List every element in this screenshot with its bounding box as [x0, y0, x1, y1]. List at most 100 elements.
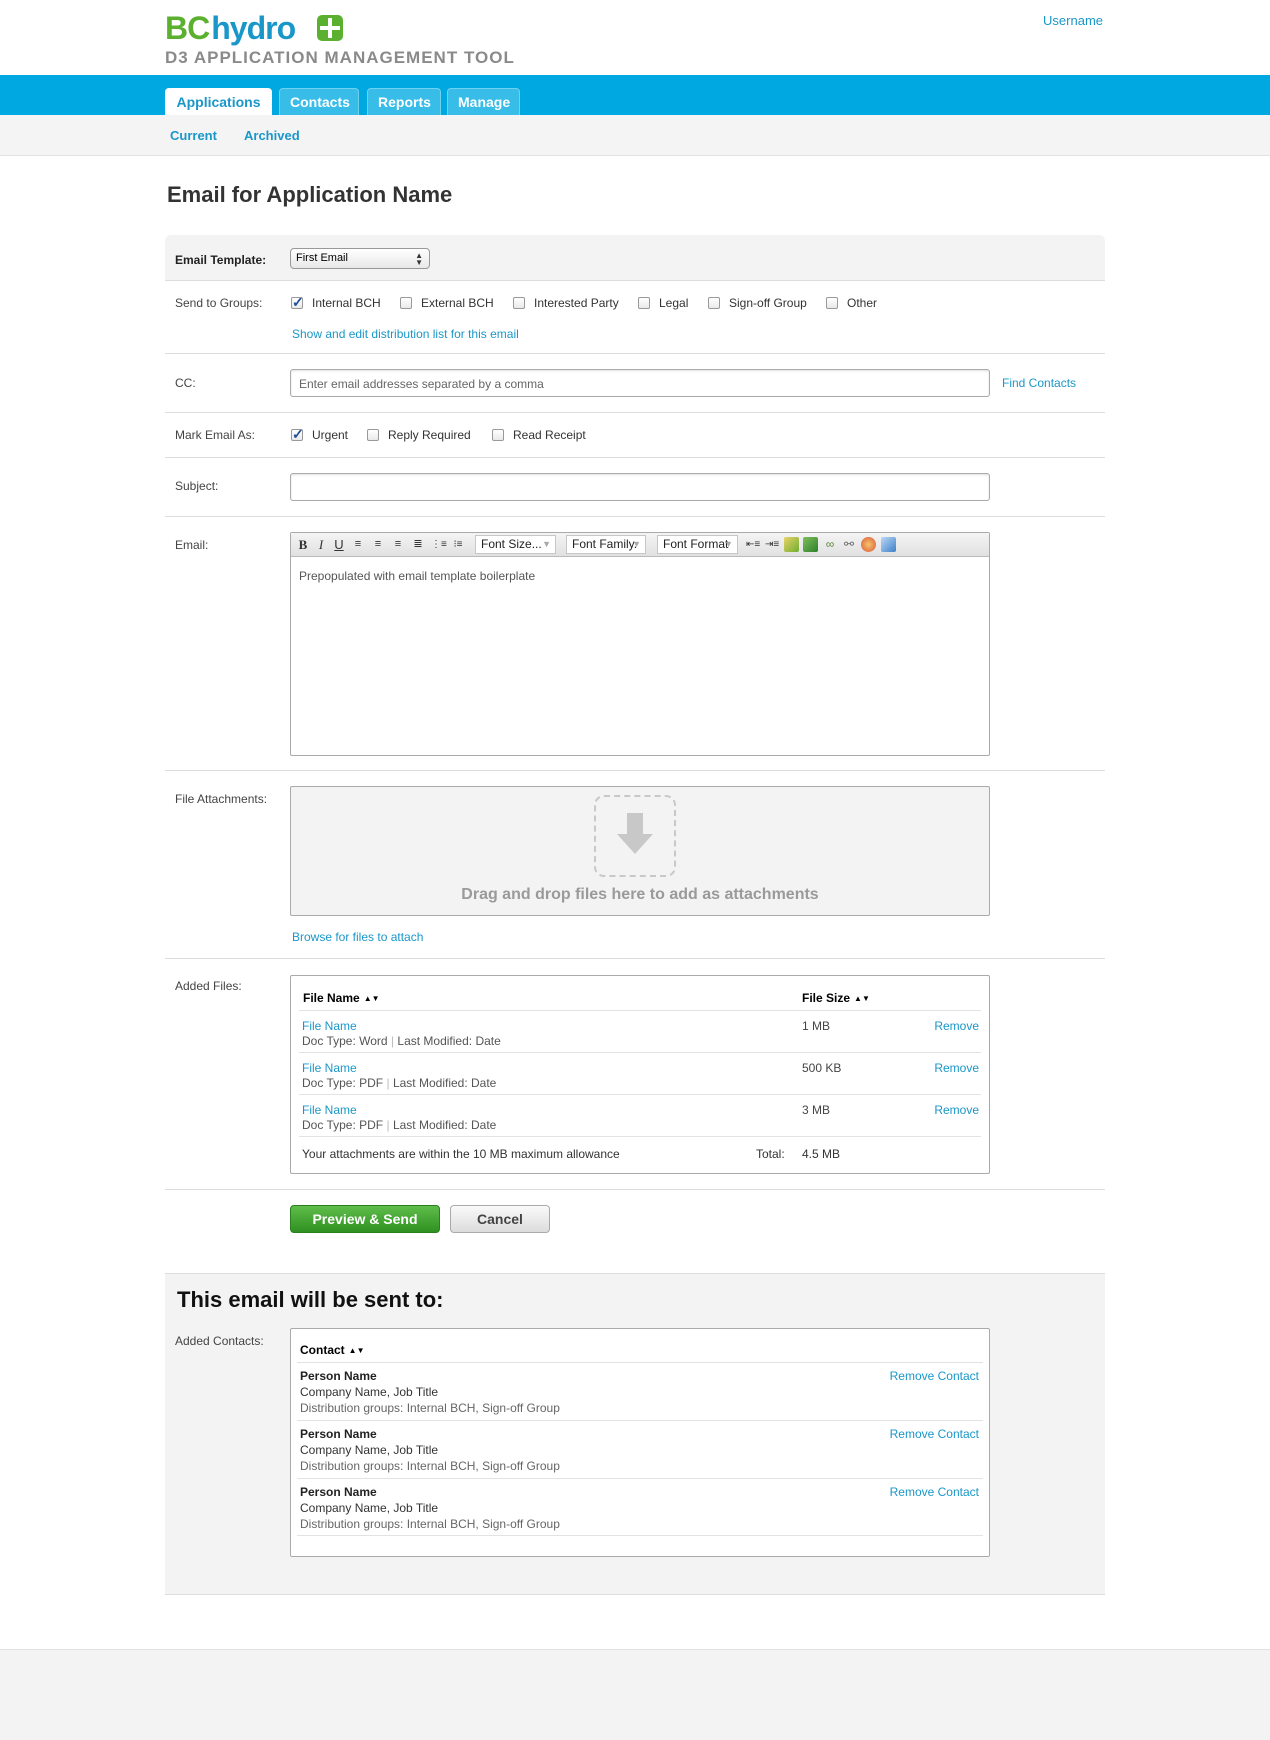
cc-input[interactable]: Enter email addresses separated by a com… — [290, 369, 990, 397]
file-name-link[interactable]: File Name — [302, 1103, 357, 1117]
contact-groups: Distribution groups: Internal BCH, Sign-… — [300, 1459, 560, 1473]
preview-send-button[interactable]: Preview & Send — [290, 1205, 440, 1233]
indent-icon[interactable]: ⇥≡ — [765, 536, 779, 553]
remove-file-link[interactable]: Remove — [934, 1061, 979, 1075]
subject-label: Subject: — [175, 479, 219, 493]
table-row: File Name Doc Type: Word | Last Modified… — [299, 1010, 981, 1052]
group-legal-checkbox[interactable]: Legal — [638, 296, 688, 310]
align-left-icon[interactable]: ≡ — [351, 536, 365, 553]
subtab-current[interactable]: Current — [170, 128, 217, 143]
distribution-list-link[interactable]: Show and edit distribution list for this… — [292, 327, 519, 341]
bold-icon[interactable]: B — [297, 536, 309, 553]
email-body[interactable]: Prepopulated with email template boilerp… — [291, 557, 989, 595]
mark-reply-required-checkbox[interactable]: Reply Required — [367, 428, 471, 442]
username-link[interactable]: Username — [1043, 13, 1103, 28]
find-contacts-link[interactable]: Find Contacts — [1002, 376, 1076, 390]
col-contact-label: Contact — [300, 1343, 345, 1357]
added-files-label: Added Files: — [175, 979, 242, 993]
divider — [165, 353, 1105, 354]
checkbox-checked-icon — [291, 294, 304, 311]
remove-contact-link[interactable]: Remove Contact — [890, 1485, 979, 1499]
group-sign-off-checkbox[interactable]: Sign-off Group — [708, 296, 807, 310]
align-justify-icon[interactable]: ≣ — [411, 536, 425, 553]
contact-name: Person Name — [300, 1369, 377, 1383]
file-size: 500 KB — [802, 1061, 842, 1075]
checkbox-icon — [513, 297, 525, 309]
file-dropzone[interactable]: Drag and drop files here to add as attac… — [290, 786, 990, 916]
recipients-panel: This email will be sent to: Added Contac… — [165, 1273, 1105, 1595]
mark-urgent-checkbox[interactable]: Urgent — [291, 426, 348, 443]
edit-html-icon[interactable] — [784, 537, 799, 552]
numbered-list-icon[interactable]: ⋮≡ — [431, 536, 447, 553]
remove-file-link[interactable]: Remove — [934, 1019, 979, 1033]
group-internal-bch-checkbox[interactable]: Internal BCH — [291, 294, 381, 311]
insert-image-icon[interactable] — [803, 537, 818, 552]
bullet-list-icon[interactable]: ⁝≡ — [451, 536, 465, 553]
font-format-select[interactable]: Font Format ▼ — [657, 535, 738, 554]
color-palette-icon[interactable] — [861, 537, 876, 552]
remove-file-link[interactable]: Remove — [934, 1103, 979, 1117]
group-label: Other — [847, 296, 878, 310]
chevron-down-icon: ▼ — [724, 539, 733, 549]
font-family-select[interactable]: Font Family. ▼ — [566, 535, 646, 554]
file-size: 3 MB — [802, 1103, 831, 1117]
tab-reports[interactable]: Reports — [367, 88, 441, 115]
mark-read-receipt-checkbox[interactable]: Read Receipt — [492, 428, 586, 442]
checkbox-icon — [492, 429, 504, 441]
contact-company: Company Name, Job Title — [300, 1501, 439, 1515]
file-name-link[interactable]: File Name — [302, 1061, 357, 1075]
tab-contacts[interactable]: Contacts — [279, 88, 359, 115]
logo-hydro-text: hydro — [211, 9, 296, 46]
checkbox-icon — [826, 297, 838, 309]
file-meta: Doc Type: PDF | Last Modified: Date — [302, 1076, 497, 1090]
file-doc-type: Doc Type: PDF — [302, 1076, 384, 1090]
subtab-archived[interactable]: Archived — [244, 128, 300, 143]
col-file-size-header[interactable]: File Size ▲▼ — [802, 991, 870, 1005]
divider — [165, 1189, 1105, 1190]
attachments-label: File Attachments: — [175, 792, 268, 806]
subject-input[interactable] — [290, 473, 990, 501]
remove-contact-link[interactable]: Remove Contact — [890, 1427, 979, 1441]
logo-bc-text: BC — [165, 9, 210, 46]
group-external-bch-checkbox[interactable]: External BCH — [400, 296, 494, 310]
font-size-select[interactable]: Font Size... ▼ — [475, 535, 556, 554]
group-other-checkbox[interactable]: Other — [826, 296, 877, 310]
underline-icon[interactable]: U — [333, 536, 345, 553]
template-select[interactable]: First Email ▲ ▼ — [290, 248, 430, 269]
table-row: File Name Doc Type: PDF | Last Modified:… — [299, 1052, 981, 1094]
arrow-stem — [627, 813, 643, 835]
editor-toolbar: B I U ≡ ≡ ≡ ≣ ⋮≡ ⁝≡ Font Size... ▼ Font F… — [291, 533, 989, 557]
italic-icon[interactable]: I — [316, 536, 326, 553]
remove-contact-link[interactable]: Remove Contact — [890, 1369, 979, 1383]
tool-title: D3 APPLICATION MANAGEMENT TOOL — [165, 48, 515, 67]
added-contacts-label: Added Contacts: — [175, 1334, 264, 1348]
bc-hydro-logo[interactable]: BC hydro — [165, 9, 344, 46]
checkbox-icon — [708, 297, 720, 309]
group-interested-party-checkbox[interactable]: Interested Party — [513, 296, 619, 310]
outdent-icon[interactable]: ⇤≡ — [746, 536, 760, 553]
font-format-value: Font Format — [663, 537, 729, 551]
col-file-size-label: File Size — [802, 991, 851, 1005]
tab-applications[interactable]: Applications — [165, 88, 272, 115]
browse-files-link[interactable]: Browse for files to attach — [292, 930, 423, 944]
link-icon[interactable]: ∞ — [822, 536, 838, 553]
file-name-link[interactable]: File Name — [302, 1019, 357, 1033]
col-contact-header[interactable]: Contact ▲▼ — [300, 1343, 365, 1357]
cancel-button[interactable]: Cancel — [450, 1205, 550, 1233]
recipients-title: This email will be sent to: — [177, 1287, 444, 1312]
divider — [165, 958, 1105, 959]
align-center-icon[interactable]: ≡ — [371, 536, 385, 553]
unlink-icon[interactable]: ⚯ — [841, 536, 857, 553]
sort-icon: ▲▼ — [854, 994, 870, 1003]
page-title: Email for Application Name — [167, 182, 453, 207]
email-editor[interactable]: B I U ≡ ≡ ≡ ≣ ⋮≡ ⁝≡ Font Size... ▼ Font F… — [290, 532, 990, 756]
group-label: Sign-off Group — [729, 296, 807, 310]
align-right-icon[interactable]: ≡ — [391, 536, 405, 553]
tab-manage[interactable]: Manage — [447, 88, 520, 115]
divider — [165, 412, 1105, 413]
file-doc-type: Doc Type: Word — [302, 1034, 388, 1048]
template-select-value: First Email — [296, 252, 348, 264]
col-file-name-header[interactable]: File Name ▲▼ — [303, 991, 380, 1005]
sort-icon: ▲▼ — [363, 994, 380, 1003]
edit-source-icon[interactable] — [881, 537, 896, 552]
